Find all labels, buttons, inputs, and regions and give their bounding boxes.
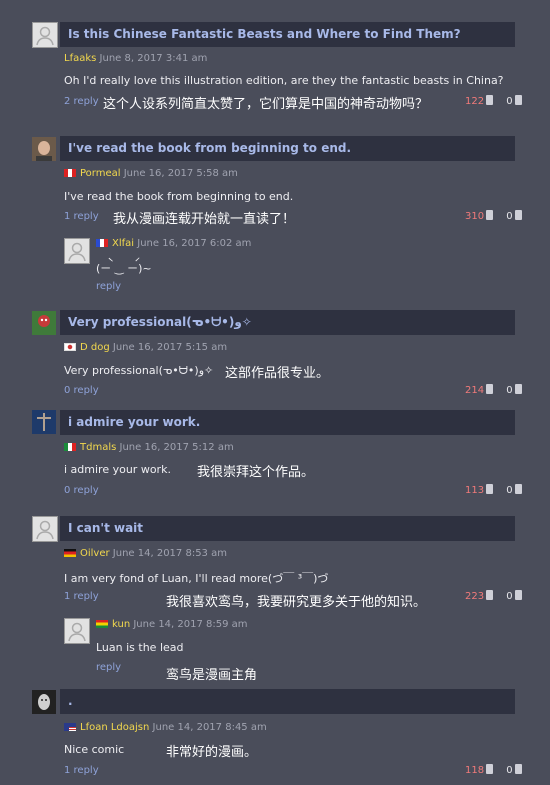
downvote-count: 0	[506, 385, 513, 396]
translation-text: 非常好的漫画。	[166, 745, 258, 760]
upvote-count: 113	[465, 485, 485, 496]
vote-controls: 113 0	[465, 484, 522, 496]
thumbs-down-icon[interactable]	[514, 590, 522, 600]
translation-text: 鸾鸟是漫画主角	[166, 668, 258, 683]
reply-date: June 14, 2017 8:59 am	[133, 619, 248, 630]
reply-body: Luan is the lead	[96, 641, 184, 654]
comment-body: I am very fond of Luan, I'll read more(づ…	[64, 572, 329, 585]
downvote-count: 0	[506, 211, 513, 222]
user-photo-avatar[interactable]	[32, 137, 56, 161]
reply-date: June 16, 2017 6:02 am	[137, 238, 252, 249]
default-avatar-icon[interactable]	[64, 238, 90, 264]
vote-controls: 214 0	[465, 384, 522, 396]
comment-title: Very professional(ᓀ•ᗨ•)و✧	[60, 310, 515, 335]
reply-button[interactable]: 2 reply	[64, 96, 99, 107]
upvote-count: 122	[465, 96, 485, 107]
reply-button[interactable]: reply	[96, 281, 121, 292]
translation-text: 这部作品很专业。	[225, 366, 330, 381]
thumbs-up-icon[interactable]	[486, 484, 494, 494]
downvote-count: 0	[506, 591, 513, 602]
user-photo-avatar[interactable]	[32, 311, 56, 335]
vote-controls: 310 0	[465, 210, 522, 222]
reply-button[interactable]: 1 reply	[64, 591, 99, 602]
translation-text: 我从漫画连载开始就一直读了！	[113, 212, 296, 227]
comment-date: June 16, 2017 5:15 am	[112, 342, 228, 353]
comment-body: I've read the book from beginning to end…	[64, 190, 294, 203]
translation-text: 我很崇拜这个作品。	[197, 465, 315, 480]
user-photo-avatar[interactable]	[32, 690, 56, 714]
upvote-count: 214	[465, 385, 485, 396]
reply-button[interactable]: reply	[96, 662, 121, 673]
comment-title: I've read the book from beginning to end…	[60, 136, 515, 161]
korea-flag-icon	[64, 343, 76, 351]
reply-button[interactable]: 1 reply	[64, 211, 99, 222]
reply-button[interactable]: 0 reply	[64, 385, 99, 396]
username[interactable]: Xlfai	[112, 238, 134, 249]
thumbs-down-icon[interactable]	[514, 95, 522, 105]
vote-controls: 223 0	[465, 590, 522, 602]
default-avatar-icon[interactable]	[32, 22, 58, 48]
comment-date: June 16, 2017 5:12 am	[119, 442, 234, 453]
comment-body: Nice comic	[64, 743, 125, 756]
comment-meta: Lfaaks June 8, 2017 3:41 am	[64, 53, 207, 64]
downvote-count: 0	[506, 765, 513, 776]
reply-button[interactable]: 0 reply	[64, 485, 99, 496]
thumbs-up-icon[interactable]	[486, 384, 494, 394]
thumbs-down-icon[interactable]	[514, 210, 522, 220]
thumbs-up-icon[interactable]	[486, 210, 494, 220]
comment-title: Is this Chinese Fantastic Beasts and Whe…	[60, 22, 515, 47]
comment-title: I can't wait	[60, 516, 515, 541]
bolivia-flag-icon	[96, 620, 108, 628]
username[interactable]: kun	[112, 619, 130, 630]
mexico-flag-icon	[64, 443, 76, 451]
thumbs-up-icon[interactable]	[486, 590, 494, 600]
vote-controls: 118 0	[465, 764, 522, 776]
upvote-count: 118	[465, 765, 485, 776]
comment-body: i admire your work.	[64, 463, 171, 476]
downvote-count: 0	[506, 96, 513, 107]
reply-body: (ㄧ̀ ‿ ㄧ́)~	[96, 262, 152, 275]
comment-meta: Tdmals June 16, 2017 5:12 am	[64, 442, 234, 453]
reply-button[interactable]: 1 reply	[64, 765, 99, 776]
upvote-count: 310	[465, 211, 485, 222]
thumbs-up-icon[interactable]	[486, 764, 494, 774]
usa-flag-icon	[64, 723, 76, 731]
comment-body: Oh I'd really love this illustration edi…	[64, 74, 504, 87]
thumbs-down-icon[interactable]	[514, 384, 522, 394]
username[interactable]: Tdmals	[80, 442, 116, 453]
comment-date: June 16, 2017 5:58 am	[123, 168, 238, 179]
comment-title: i admire your work.	[60, 410, 515, 435]
translation-text: 这个人设系列简直太赞了，它们算是中国的神奇动物吗？	[103, 97, 429, 112]
comment-date: June 14, 2017 8:53 am	[112, 548, 227, 559]
vote-controls: 122 0	[465, 95, 522, 107]
username[interactable]: D dog	[80, 342, 110, 353]
default-avatar-icon[interactable]	[64, 618, 90, 644]
downvote-count: 0	[506, 485, 513, 496]
comment-date: June 14, 2017 8:45 am	[152, 722, 267, 733]
comment-meta: D dog June 16, 2017 5:15 am	[64, 342, 227, 353]
thumbs-down-icon[interactable]	[514, 484, 522, 494]
reply-meta: kun June 14, 2017 8:59 am	[96, 619, 248, 630]
username[interactable]: Lfoan Ldoajsn	[80, 722, 149, 733]
reply-meta: Xlfai June 16, 2017 6:02 am	[96, 238, 251, 249]
username[interactable]: Oilver	[80, 548, 110, 559]
comment-meta: Lfoan Ldoajsn June 14, 2017 8:45 am	[64, 722, 267, 733]
comment-body: Very professional(ᓀ•ᗨ•)و✧	[64, 364, 214, 377]
comment-meta: Pormeal June 16, 2017 5:58 am	[64, 168, 238, 179]
username[interactable]: Lfaaks	[64, 53, 96, 64]
user-photo-avatar[interactable]	[32, 410, 56, 434]
upvote-count: 223	[465, 591, 485, 602]
comment-meta: Oilver June 14, 2017 8:53 am	[64, 548, 227, 559]
default-avatar-icon[interactable]	[32, 516, 58, 542]
thumbs-up-icon[interactable]	[486, 95, 494, 105]
germany-flag-icon	[64, 549, 76, 557]
username[interactable]: Pormeal	[80, 168, 121, 179]
france-flag-icon	[96, 239, 108, 247]
comment-title: .	[60, 689, 515, 714]
translation-text: 我很喜欢鸾鸟，我要研究更多关于他的知识。	[166, 595, 427, 610]
thumbs-down-icon[interactable]	[514, 764, 522, 774]
comment-date: June 8, 2017 3:41 am	[99, 53, 208, 64]
peru-flag-icon	[64, 169, 76, 177]
